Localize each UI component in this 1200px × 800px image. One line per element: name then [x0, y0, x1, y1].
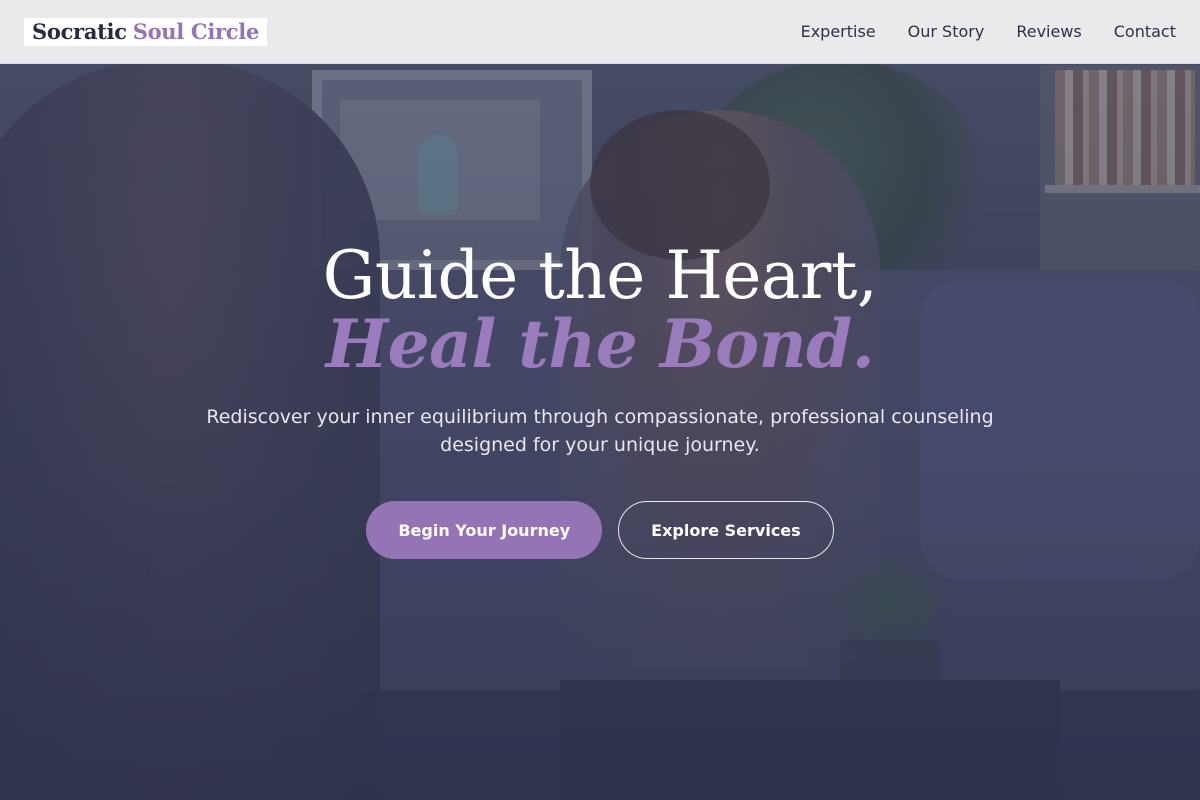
hero-subtitle: Rediscover your inner equilibrium throug…: [206, 406, 994, 456]
site-logo[interactable]: Socratic Soul Circle: [24, 17, 268, 46]
nav-link-expertise[interactable]: Expertise: [801, 22, 876, 41]
hero-actions: Begin Your Journey Explore Services: [0, 501, 1200, 559]
nav-link-our-story[interactable]: Our Story: [908, 22, 985, 41]
begin-journey-button[interactable]: Begin Your Journey: [366, 501, 603, 559]
explore-services-button[interactable]: Explore Services: [618, 501, 834, 559]
hero-section: Guide the Heart, Heal the Bond. Rediscov…: [0, 235, 1200, 559]
site-header: Socratic Soul Circle Expertise Our Story…: [0, 0, 1200, 64]
hero-title-line2: Heal the Bond.: [325, 305, 875, 383]
hero-title: Guide the Heart, Heal the Bond.: [0, 235, 1200, 377]
nav-link-contact[interactable]: Contact: [1114, 22, 1176, 41]
logo-accent-text: Soul Circle: [132, 18, 260, 44]
nav-link-reviews[interactable]: Reviews: [1016, 22, 1081, 41]
logo-primary-text: Socratic: [32, 18, 127, 44]
main-nav: Expertise Our Story Reviews Contact: [801, 22, 1176, 41]
